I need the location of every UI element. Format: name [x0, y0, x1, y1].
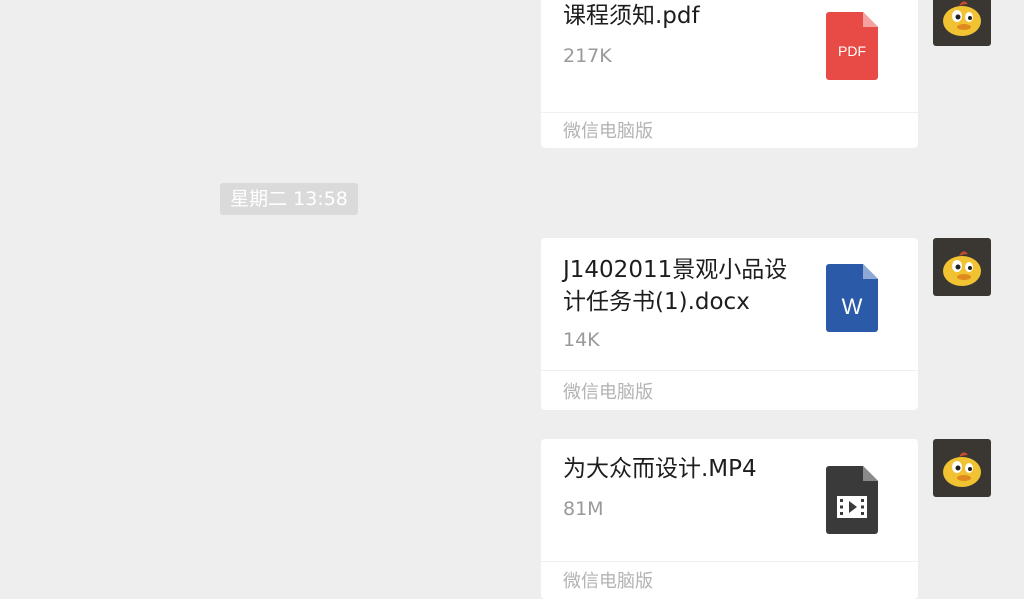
- source-label: 微信电脑版: [563, 571, 653, 592]
- file-message-card[interactable]: J1402011景观小品设计任务书(1).docx 14K W 微信电脑版: [541, 238, 918, 410]
- divider: [541, 561, 918, 562]
- file-message-card[interactable]: 为大众而设计.MP4 81M 微信电脑版: [541, 439, 918, 599]
- pdf-file-icon: PDF: [826, 12, 878, 80]
- timestamp-badge: 星期二 13:58: [220, 183, 358, 215]
- duck-avatar-icon: [943, 452, 981, 487]
- chat-window: 课程须知.pdf 217K PDF 微信电脑版 星期二 13:58 J14020…: [0, 0, 1024, 599]
- pdf-icon-label: PDF: [838, 43, 866, 59]
- file-size: 81M: [563, 498, 604, 520]
- avatar[interactable]: [933, 238, 991, 296]
- divider: [541, 112, 918, 113]
- duck-avatar-icon: [943, 251, 981, 286]
- word-icon-label: W: [842, 294, 863, 319]
- source-label: 微信电脑版: [563, 382, 653, 403]
- file-message-card[interactable]: 课程须知.pdf 217K PDF 微信电脑版: [541, 0, 918, 148]
- duck-avatar-icon: [943, 1, 981, 36]
- file-name: J1402011景观小品设计任务书(1).docx: [563, 257, 788, 315]
- avatar[interactable]: [933, 0, 991, 46]
- video-file-icon: [826, 466, 878, 534]
- file-name: 课程须知.pdf: [563, 3, 700, 29]
- source-label: 微信电脑版: [563, 121, 653, 142]
- word-file-icon: W: [826, 264, 878, 332]
- file-size: 14K: [563, 329, 600, 351]
- file-size: 217K: [563, 45, 612, 67]
- avatar[interactable]: [933, 439, 991, 497]
- file-name: 为大众而设计.MP4: [563, 456, 757, 482]
- divider: [541, 370, 918, 371]
